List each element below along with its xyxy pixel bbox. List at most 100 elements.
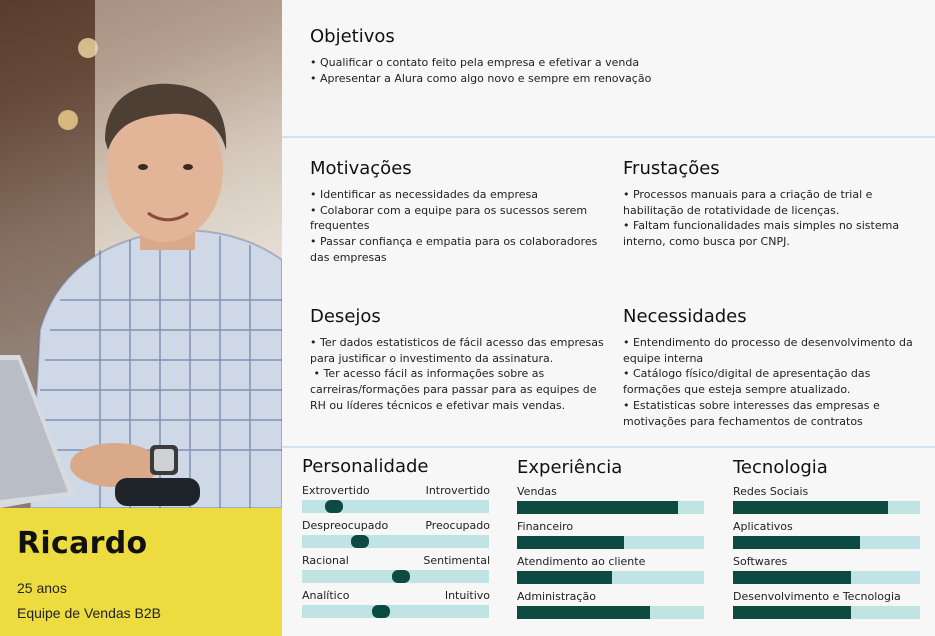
experience-label-row: Financeiro: [517, 520, 705, 534]
frustacoes-line: interno, como busca por CNPJ.: [623, 235, 790, 249]
section-desejos: Desejos • Ter dados estatisticos de fáci…: [310, 306, 610, 414]
experience-label: Financeiro: [517, 520, 574, 533]
trait-right-label: Introvertido: [425, 484, 490, 497]
section-motivacoes: Motivações • Identificar as necessidades…: [310, 158, 600, 266]
personality-slider-track[interactable]: [302, 605, 489, 618]
experience-label-row: Administração: [517, 590, 705, 604]
persona-team: Equipe de Vendas B2B: [17, 605, 162, 621]
motivacoes-line: • Colaborar com a equipe para os sucesso…: [310, 203, 588, 217]
trait-left-label: Extrovertido: [302, 484, 370, 497]
desejos-line: RH ou líderes técnicos e efetivar mais v…: [310, 398, 566, 412]
personality-slider-knob[interactable]: [372, 605, 390, 618]
motivacoes-line: • Identificar as necessidades da empresa: [310, 188, 539, 201]
section-necessidades: Necessidades • Entendimento do processo …: [623, 306, 923, 429]
frustacoes-line: • Faltam funcionalidades mais simples no…: [623, 219, 900, 233]
technology-row: Desenvolvimento e Tecnologia: [733, 590, 921, 625]
section-title: Necessidades: [623, 306, 747, 327]
personality-labels: Extrovertido Introvertido: [302, 484, 490, 498]
technology-bar-fill: [733, 536, 860, 549]
section-title: Frustações: [623, 158, 720, 179]
technology-label-row: Aplicativos: [733, 520, 921, 534]
technology-label-row: Redes Sociais: [733, 485, 921, 499]
technology-label: Aplicativos: [733, 520, 793, 533]
technology-bar-track: [733, 606, 920, 619]
necessidades-line: motivações para fechamentos de contratos: [623, 414, 863, 428]
personality-slider-track[interactable]: [302, 535, 489, 548]
desejos-line: • Ter dados estatisticos de fácil acesso…: [310, 336, 604, 349]
experience-label: Atendimento ao cliente: [517, 555, 646, 568]
section-divider: [282, 446, 935, 448]
personality-row: Racional Sentimental: [302, 554, 490, 589]
technology-label: Desenvolvimento e Tecnologia: [733, 590, 901, 603]
section-divider: [282, 136, 935, 138]
experience-bar-track: [517, 536, 704, 549]
personality-labels: Despreocupado Preocupado: [302, 519, 490, 533]
technology-bar-fill: [733, 606, 851, 619]
experience-bar-fill: [517, 571, 612, 584]
frustacoes-line: habilitação de rotatividade de licenças.: [623, 203, 840, 217]
personality-labels: Analítico Intuitivo: [302, 589, 490, 603]
personalidade-title: Personalidade: [302, 456, 429, 477]
experience-label-row: Vendas: [517, 485, 705, 499]
experience-label: Administração: [517, 590, 596, 603]
experience-row: Administração: [517, 590, 705, 625]
objetivos-line: • Qualificar o contato feito pela empres…: [310, 56, 640, 69]
experience-row: Vendas: [517, 485, 705, 520]
technology-row: Redes Sociais: [733, 485, 921, 520]
trait-left-label: Racional: [302, 554, 349, 567]
experiencia-group: Experiência Vendas Financeiro Atendimento …: [517, 457, 705, 625]
experience-bar-fill: [517, 606, 650, 619]
section-objetivos: Objetivos • Qualificar o contato feito p…: [310, 26, 910, 86]
objetivos-line: • Apresentar a Alura como algo novo e se…: [310, 71, 652, 85]
experiencia-title: Experiência: [517, 457, 623, 478]
experience-bar-fill: [517, 536, 624, 549]
personality-labels: Racional Sentimental: [302, 554, 490, 568]
experience-label: Vendas: [517, 485, 557, 498]
technology-bar-track: [733, 501, 920, 514]
section-frustacoes: Frustações • Processos manuais para a cr…: [623, 158, 923, 250]
technology-label-row: Softwares: [733, 555, 921, 569]
necessidades-line: formações que esteja sempre atualizado.: [623, 383, 851, 397]
technology-label-row: Desenvolvimento e Tecnologia: [733, 590, 921, 604]
experience-bar-fill: [517, 501, 678, 514]
section-title: Objetivos: [310, 26, 395, 47]
personalidade-group: Personalidade Extrovertido Introvertido De…: [302, 456, 490, 624]
trait-left-label: Analítico: [302, 589, 350, 602]
trait-left-label: Despreocupado: [302, 519, 389, 532]
trait-right-label: Preocupado: [425, 519, 490, 532]
person-photo-icon: [0, 0, 282, 508]
motivacoes-line: • Passar confiança e empatia para os col…: [310, 235, 598, 249]
technology-label: Redes Sociais: [733, 485, 809, 498]
personality-slider-knob[interactable]: [351, 535, 369, 548]
desejos-line: • Ter acesso fácil as informações sobre …: [310, 367, 545, 381]
technology-row: Softwares: [733, 555, 921, 590]
necessidades-line: • Catálogo físico/digital de apresentaçã…: [623, 367, 871, 381]
personality-row: Despreocupado Preocupado: [302, 519, 490, 554]
personality-slider-track[interactable]: [302, 570, 489, 583]
desejos-line: carreiras/formações para passar para as …: [310, 383, 597, 397]
persona-age: 25 anos: [17, 580, 67, 596]
technology-bar-track: [733, 536, 920, 549]
technology-row: Aplicativos: [733, 520, 921, 555]
experience-bar-track: [517, 606, 704, 619]
persona-photo: [0, 0, 282, 508]
personality-slider-knob[interactable]: [392, 570, 410, 583]
persona-name: Ricardo: [17, 526, 148, 561]
tecnologia-group: Tecnologia Redes Sociais Aplicativos Softw…: [733, 457, 921, 625]
necessidades-line: • Estatisticas sobre interesses das empr…: [623, 398, 880, 412]
personality-slider-track[interactable]: [302, 500, 489, 513]
necessidades-line: • Entendimento do processo de desenvolvi…: [623, 336, 913, 349]
motivacoes-line: frequentes: [310, 219, 370, 233]
personality-slider-knob[interactable]: [325, 500, 343, 513]
section-title: Motivações: [310, 158, 412, 179]
technology-bar-fill: [733, 501, 888, 514]
trait-right-label: Sentimental: [423, 554, 490, 567]
experience-bar-track: [517, 571, 704, 584]
desejos-line: para justificar o investimento da assina…: [310, 351, 554, 365]
personality-row: Extrovertido Introvertido: [302, 484, 490, 519]
tecnologia-title: Tecnologia: [733, 457, 828, 478]
experience-label-row: Atendimento ao cliente: [517, 555, 705, 569]
experience-row: Atendimento ao cliente: [517, 555, 705, 590]
technology-label: Softwares: [733, 555, 788, 568]
motivacoes-line: das empresas: [310, 250, 387, 264]
